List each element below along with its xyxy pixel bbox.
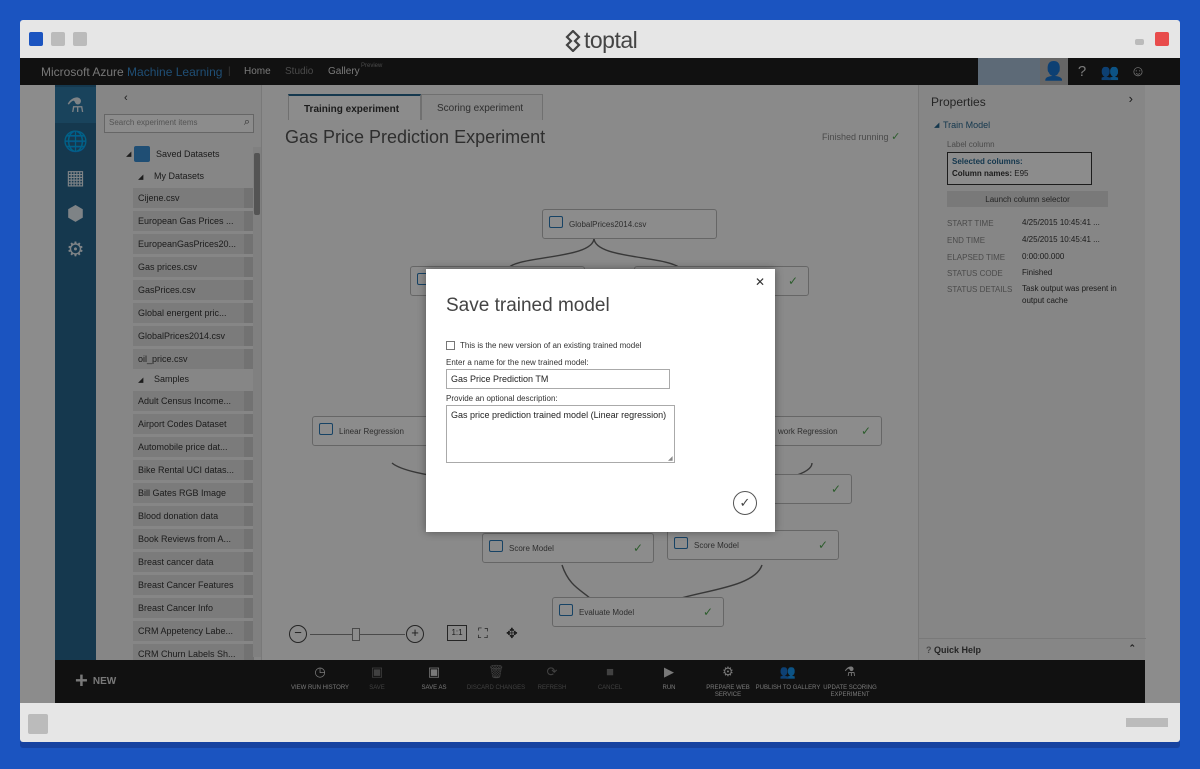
- description-textarea[interactable]: Gas price prediction trained model (Line…: [446, 405, 675, 463]
- footer-bar: [1126, 718, 1168, 727]
- close-icon[interactable]: ✕: [755, 275, 765, 289]
- model-name-input[interactable]: Gas Price Prediction TM: [446, 369, 670, 389]
- window-button-gray-1[interactable]: [51, 32, 65, 46]
- description-label: Provide an optional description:: [446, 394, 558, 403]
- browser-frame: toptal Microsoft Azure Machine Learning …: [20, 20, 1180, 742]
- toptal-logo: toptal: [565, 27, 638, 54]
- window-button-gray-2[interactable]: [73, 32, 87, 46]
- footer-square: [28, 714, 48, 734]
- new-version-checkbox[interactable]: [446, 341, 455, 350]
- save-trained-model-dialog: ✕ Save trained model This is the new ver…: [426, 269, 775, 532]
- dialog-title: Save trained model: [446, 295, 610, 316]
- app-screen: Microsoft Azure Machine Learning | Home …: [20, 58, 1180, 703]
- name-field-label: Enter a name for the new trained model:: [446, 358, 589, 367]
- toptal-mark-icon: [565, 29, 581, 52]
- window-button-blue[interactable]: [29, 32, 43, 46]
- ok-check-button[interactable]: ✓: [733, 491, 757, 515]
- minimize-button[interactable]: [1135, 39, 1144, 45]
- close-window-button[interactable]: [1155, 32, 1169, 46]
- brand-text: toptal: [584, 27, 638, 53]
- new-version-label: This is the new version of an existing t…: [460, 341, 642, 350]
- resize-handle-icon[interactable]: ◢: [668, 455, 673, 462]
